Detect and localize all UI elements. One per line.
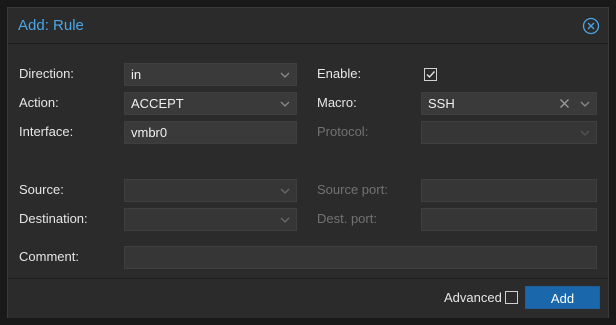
- interface-label: Interface:: [19, 124, 74, 139]
- comment-input[interactable]: [124, 246, 597, 269]
- dest-port-input[interactable]: [421, 208, 597, 231]
- chevron-down-icon[interactable]: [580, 128, 590, 138]
- comment-label: Comment:: [19, 249, 79, 264]
- add-button[interactable]: Add: [525, 286, 600, 309]
- chevron-down-icon[interactable]: [280, 70, 290, 80]
- advanced-label: Advanced: [444, 290, 502, 305]
- macro-label: Macro:: [317, 95, 357, 110]
- macro-select[interactable]: SSH: [421, 92, 597, 115]
- dialog-titlebar: Add: Rule: [8, 8, 608, 44]
- direction-value: in: [131, 67, 142, 82]
- enable-label: Enable:: [317, 66, 362, 81]
- action-select[interactable]: ACCEPT: [124, 92, 297, 115]
- chevron-down-icon[interactable]: [580, 99, 590, 109]
- direction-select[interactable]: in: [124, 63, 297, 86]
- direction-label: Direction:: [19, 66, 74, 81]
- dialog-body: Direction: in Enable: Action: ACCEPT Mac…: [8, 45, 608, 277]
- dest-port-label: Dest. port:: [317, 211, 377, 226]
- destination-select[interactable]: [124, 208, 297, 231]
- source-label: Source:: [19, 182, 64, 197]
- interface-input[interactable]: vmbr0: [124, 121, 297, 144]
- close-icon[interactable]: [582, 17, 600, 35]
- checkmark-icon: [426, 71, 436, 79]
- chevron-down-icon[interactable]: [280, 186, 290, 196]
- advanced-checkbox[interactable]: [505, 291, 518, 304]
- source-port-input[interactable]: [421, 179, 597, 202]
- dialog-footer: Advanced Add: [8, 278, 608, 318]
- dialog-title: Add: Rule: [18, 17, 84, 34]
- source-port-label: Source port:: [317, 182, 388, 197]
- source-select[interactable]: [124, 179, 297, 202]
- protocol-label: Protocol:: [317, 124, 369, 139]
- chevron-down-icon[interactable]: [280, 215, 290, 225]
- interface-value: vmbr0: [131, 125, 168, 140]
- macro-value: SSH: [428, 96, 455, 111]
- protocol-select[interactable]: [421, 121, 597, 144]
- chevron-down-icon[interactable]: [280, 99, 290, 109]
- add-rule-dialog: Add: Rule Direction: in Enable: Action: …: [7, 7, 609, 318]
- destination-label: Destination:: [19, 211, 88, 226]
- action-label: Action:: [19, 95, 59, 110]
- action-value: ACCEPT: [131, 96, 184, 111]
- clear-icon[interactable]: [559, 98, 570, 109]
- enable-checkbox[interactable]: [424, 68, 437, 81]
